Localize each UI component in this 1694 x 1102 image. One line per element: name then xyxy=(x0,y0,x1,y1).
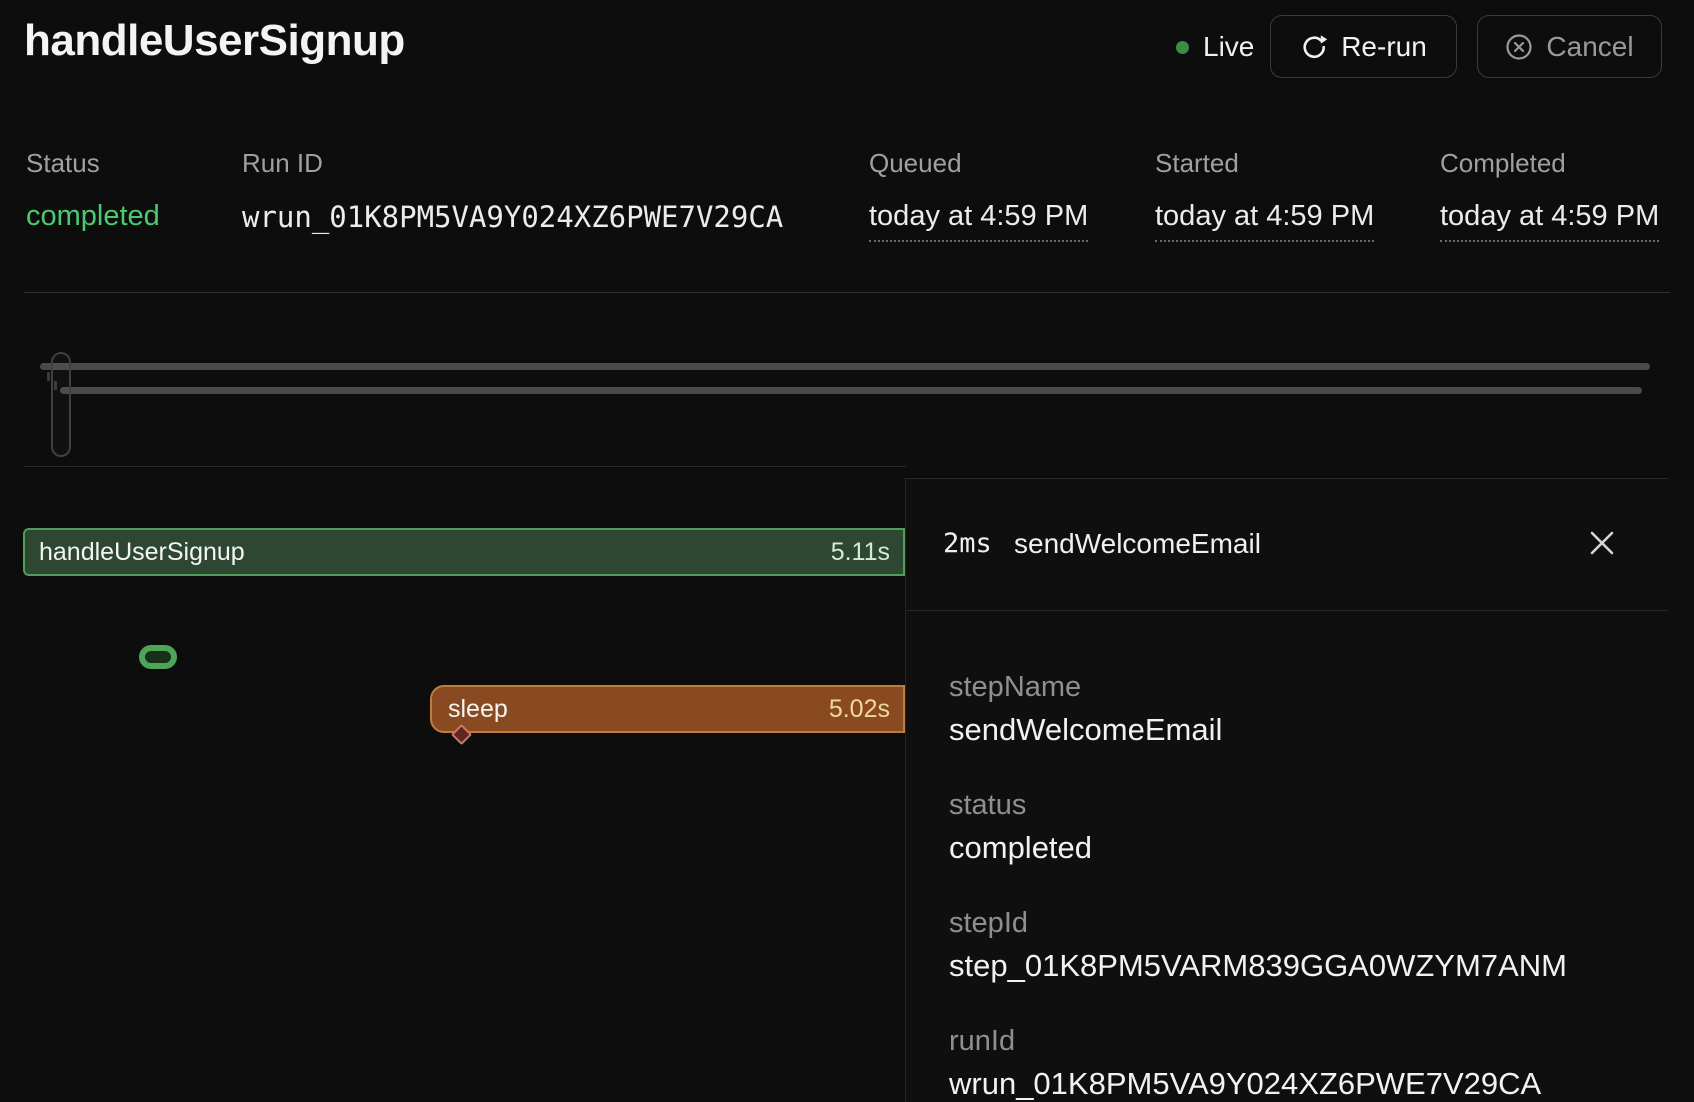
meta-run-id-label: Run ID xyxy=(242,148,323,179)
field-value: step_01K8PM5VARM839GGA0WZYM7ANM xyxy=(949,944,1664,988)
meta-started-label: Started xyxy=(1155,148,1239,179)
meta-completed-label: Completed xyxy=(1440,148,1566,179)
live-indicator: Live xyxy=(1176,30,1254,64)
panel-step-title: sendWelcomeEmail xyxy=(1014,528,1261,560)
rerun-label: Re-run xyxy=(1341,31,1427,63)
gantt-divider xyxy=(24,466,906,467)
workflow-run-screen: handleUserSignup Live Re-run Cancel Stat… xyxy=(0,0,1694,1102)
field-value: sendWelcomeEmail xyxy=(949,708,1664,752)
sleep-span-label: sleep xyxy=(448,695,508,724)
meta-completed: Completed today at 4:59 PM xyxy=(1440,148,1566,179)
field-value: wrun_01K8PM5VA9Y024XZ6PWE7V29CA xyxy=(949,1062,1664,1102)
completed-time-value[interactable]: today at 4:59 PM xyxy=(1440,200,1659,242)
gantt-span-step-pill[interactable] xyxy=(139,645,177,669)
started-time-value[interactable]: today at 4:59 PM xyxy=(1155,200,1374,242)
panel-header-divider xyxy=(906,610,1668,611)
run-span-duration: 5.11s xyxy=(831,538,890,567)
queued-time-value[interactable]: today at 4:59 PM xyxy=(869,200,1088,242)
minimap-run-span-bar xyxy=(40,363,1650,370)
field-key: stepName xyxy=(949,668,1664,706)
rerun-button[interactable]: Re-run xyxy=(1270,15,1457,78)
sleep-span-duration: 5.02s xyxy=(829,695,890,724)
gantt-span-sleep[interactable]: sleep 5.02s xyxy=(430,685,905,733)
minimap-sleep-span-bar xyxy=(60,387,1642,394)
meta-status-label: Status xyxy=(26,148,100,179)
field-key: status xyxy=(949,786,1664,824)
field-step-id: stepId step_01K8PM5VARM839GGA0WZYM7ANM xyxy=(949,904,1664,988)
field-step-name: stepName sendWelcomeEmail xyxy=(949,668,1664,752)
cancel-label: Cancel xyxy=(1546,31,1633,63)
field-run-id: runId wrun_01K8PM5VA9Y024XZ6PWE7V29CA xyxy=(949,1022,1664,1102)
header-divider xyxy=(24,292,1670,293)
cancel-button[interactable]: Cancel xyxy=(1477,15,1662,78)
run-id-value: wrun_01K8PM5VA9Y024XZ6PWE7V29CA xyxy=(242,200,783,234)
field-key: stepId xyxy=(949,904,1664,942)
live-dot-icon xyxy=(1176,41,1189,54)
rerun-icon xyxy=(1300,33,1328,61)
meta-started: Started today at 4:59 PM xyxy=(1155,148,1239,179)
panel-step-duration: 2ms xyxy=(943,528,992,559)
meta-status: Status completed xyxy=(26,148,100,179)
run-span-label: handleUserSignup xyxy=(39,538,245,567)
gantt-span-run[interactable]: handleUserSignup 5.11s xyxy=(23,528,905,576)
minimap-step-tick xyxy=(47,372,50,381)
close-icon xyxy=(1588,529,1616,560)
field-status: status completed xyxy=(949,786,1664,870)
field-key: runId xyxy=(949,1022,1664,1060)
field-value: completed xyxy=(949,826,1664,870)
live-label: Live xyxy=(1203,31,1254,63)
panel-top-border xyxy=(906,478,1668,479)
status-badge: completed xyxy=(26,200,160,233)
meta-run-id: Run ID wrun_01K8PM5VA9Y024XZ6PWE7V29CA xyxy=(242,148,323,179)
cancel-circle-x-icon xyxy=(1505,33,1533,61)
panel-fields: stepName sendWelcomeEmail status complet… xyxy=(949,668,1664,1102)
meta-queued-label: Queued xyxy=(869,148,962,179)
step-detail-panel: 2ms sendWelcomeEmail stepName sendWelcom… xyxy=(905,478,1694,1102)
close-button[interactable] xyxy=(1574,516,1630,572)
page-title: handleUserSignup xyxy=(24,16,405,66)
meta-queued: Queued today at 4:59 PM xyxy=(869,148,962,179)
timeline-scrubber-handle[interactable] xyxy=(51,352,71,457)
